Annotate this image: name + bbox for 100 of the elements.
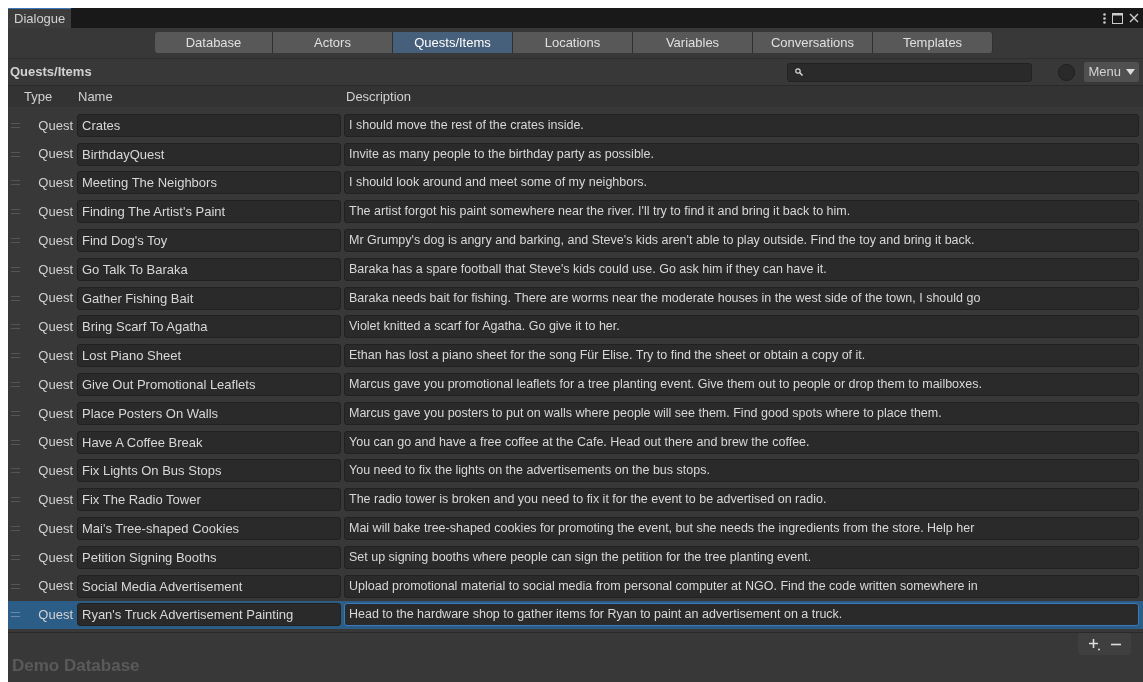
drag-handle-icon[interactable]	[11, 410, 20, 416]
type-label: Quest	[37, 491, 74, 509]
description-field[interactable]: The artist forgot his paint somewhere near the river. I'll try to find it and bring it back to him.	[344, 200, 1139, 224]
table-row[interactable]: Quest Find Dog's Toy Mr Grumpy's dog is angry and barking, and Steve's kids aren't able to play outside. Find the toy and bring it back.	[8, 226, 1143, 255]
add-icon[interactable]	[1088, 637, 1101, 651]
type-label: Quest	[37, 433, 74, 452]
drag-handle-icon[interactable]	[11, 266, 20, 272]
description-field[interactable]: The radio tower is broken and you need to fix it for the event to be advertised on radio.	[344, 488, 1139, 512]
type-label: Quest	[37, 289, 74, 308]
drag-handle-icon[interactable]	[11, 180, 20, 186]
type-label: Quest	[37, 231, 74, 250]
type-label: Quest	[37, 519, 74, 538]
tab[interactable]: Conversations	[753, 32, 873, 53]
table-row[interactable]: Quest Fix Lights On Bus Stops You need to fix the lights on the advertisements on the bus stops.	[8, 456, 1143, 486]
name-field[interactable]: Fix The Radio Tower	[77, 488, 341, 512]
table-row[interactable]: Quest Place Posters On Walls Marcus gave you posters to put on walls where people will see them. Find good spots where to place them.	[8, 398, 1143, 428]
tab[interactable]: Actors	[273, 32, 393, 53]
tab[interactable]: Templates	[873, 32, 993, 53]
name-field[interactable]: Give Out Promotional Leaflets	[77, 373, 341, 397]
tab[interactable]: Database	[155, 32, 273, 53]
description-field[interactable]: Head to the hardware shop to gather items for Ryan to paint an advertisement on a truck.	[344, 603, 1139, 627]
more-icon[interactable]	[1103, 12, 1106, 24]
tab[interactable]: Quests/Items	[393, 32, 513, 53]
window-tab[interactable]: Dialogue	[8, 8, 72, 28]
search-field[interactable]	[787, 62, 1033, 82]
description-field[interactable]: Mai will bake tree-shaped cookies for promoting the event, but she needs the ingredients from the store. Help her	[344, 517, 1139, 541]
name-field[interactable]: Fix Lights On Bus Stops	[77, 459, 341, 483]
drag-handle-icon[interactable]	[11, 554, 20, 560]
drag-handle-icon[interactable]	[11, 382, 20, 388]
name-field[interactable]: Social Media Advertisement	[77, 574, 341, 598]
drag-handle-icon[interactable]	[11, 295, 20, 301]
drag-handle-icon[interactable]	[11, 468, 20, 474]
type-label: Quest	[37, 116, 74, 135]
column-header: Description	[346, 87, 412, 106]
type-label: Quest	[37, 203, 74, 222]
type-label: Quest	[37, 347, 74, 365]
name-field[interactable]: Gather Fishing Bait	[77, 286, 341, 310]
tab[interactable]: Locations	[513, 32, 633, 53]
name-field[interactable]: Finding The Artist's Paint	[77, 200, 341, 224]
table-row[interactable]: Quest Finding The Artist's Paint The artist forgot his paint somewhere near the river. I'll try to find it and bring it back to him.	[8, 197, 1143, 227]
table-row[interactable]: Quest Bring Scarf To Agatha Violet knitted a scarf for Agatha. Go give it to her.	[8, 312, 1143, 342]
description-field[interactable]: Ethan has lost a piano sheet for the song Für Elise. Try to find the sheet or obtain a copy of it.	[344, 344, 1139, 368]
table-row[interactable]: Quest Have A Coffee Break You can go and have a free coffee at the Cafe. Head out there and brew the coffee.	[8, 427, 1143, 457]
table-row[interactable]: Quest Gather Fishing Bait Baraka needs bait for fishing. There are worms near the moderate houses in the west side of the town, I should go	[8, 283, 1143, 313]
toggle-circle-icon[interactable]	[1058, 63, 1076, 81]
drag-handle-icon[interactable]	[11, 439, 20, 445]
name-field[interactable]: Go Talk To Baraka	[77, 257, 341, 281]
table-row[interactable]: Quest Social Media Advertisement Upload promotional material to social media from personal computer at NGO. Find the code written somewhere in	[8, 571, 1143, 601]
description-field[interactable]: I should move the rest of the crates inside.	[344, 113, 1139, 137]
name-field[interactable]: Lost Piano Sheet	[77, 344, 341, 368]
table-row[interactable]: Quest Crates I should move the rest of the crates inside.	[8, 111, 1143, 140]
caret-icon	[1126, 69, 1135, 75]
name-field[interactable]: Ryan's Truck Advertisement Painting	[77, 603, 341, 627]
type-label: Quest	[37, 145, 74, 164]
description-field[interactable]: Violet knitted a scarf for Agatha. Go give it to her.	[344, 315, 1139, 339]
table-row[interactable]: Quest Mai's Tree-shaped Cookies Mai will bake tree-shaped cookies for promoting the event, but she needs the ingredients from the store. Help her	[8, 514, 1143, 543]
name-field[interactable]: Meeting The Neighbors	[77, 171, 341, 195]
table-row[interactable]: Quest Ryan's Truck Advertisement Painting Head to the hardware shop to gather items for Ryan to paint an advertisement on a truck.	[8, 600, 1143, 630]
description-field[interactable]: Baraka needs bait for fishing. There are worms near the moderate houses in the west side of the town, I should go	[344, 286, 1139, 310]
drag-handle-icon[interactable]	[11, 526, 20, 532]
name-field[interactable]: BirthdayQuest	[77, 142, 341, 166]
drag-handle-icon[interactable]	[11, 122, 20, 128]
name-field[interactable]: Crates	[77, 113, 341, 137]
table-row[interactable]: Quest Lost Piano Sheet Ethan has lost a piano sheet for the song Für Elise. Try to find the sheet or obtain a copy of it.	[8, 341, 1143, 371]
name-field[interactable]: Find Dog's Toy	[77, 229, 341, 253]
table-row[interactable]: Quest Petition Signing Booths Set up signing booths where people can sign the petition for the tree planting event.	[8, 542, 1143, 572]
drag-handle-icon[interactable]	[11, 209, 20, 215]
description-field[interactable]: You need to fix the lights on the advertisements on the bus stops.	[344, 459, 1139, 483]
name-field[interactable]: Bring Scarf To Agatha	[77, 315, 341, 339]
name-field[interactable]: Petition Signing Booths	[77, 545, 341, 569]
table-row[interactable]: Quest BirthdayQuest Invite as many people to the birthday party as possible.	[8, 139, 1143, 169]
maximize-icon[interactable]	[1112, 12, 1123, 24]
drag-handle-icon[interactable]	[11, 612, 20, 618]
description-field[interactable]: Set up signing booths where people can sign the petition for the tree planting event.	[344, 545, 1139, 569]
description-field[interactable]: Invite as many people to the birthday party as possible.	[344, 142, 1139, 166]
drag-handle-icon[interactable]	[11, 151, 20, 157]
close-icon[interactable]	[1129, 13, 1139, 23]
table-row[interactable]: Quest Give Out Promotional Leaflets Marcus gave you promotional leaflets for a tree planting event. Give them out to people or drop them to mailboxes.	[8, 370, 1143, 399]
description-field[interactable]: Mr Grumpy's dog is angry and barking, and Steve's kids aren't able to play outside. Find the toy and bring it back.	[344, 229, 1139, 253]
remove-icon[interactable]	[1111, 642, 1121, 646]
type-label: Quest	[37, 375, 74, 394]
table-row[interactable]: Quest Meeting The Neighbors I should look around and meet some of my neighbors.	[8, 168, 1143, 198]
name-field[interactable]: Mai's Tree-shaped Cookies	[77, 517, 341, 541]
drag-handle-icon[interactable]	[11, 238, 20, 244]
description-field[interactable]: You can go and have a free coffee at the Cafe. Head out there and brew the coffee.	[344, 430, 1139, 454]
name-field[interactable]: Have A Coffee Break	[77, 430, 341, 454]
drag-handle-icon[interactable]	[11, 583, 20, 589]
description-field[interactable]: Upload promotional material to social media from personal computer at NGO. Find the code written somewhere in	[344, 574, 1139, 598]
drag-handle-icon[interactable]	[11, 324, 20, 330]
tab[interactable]: Variables	[633, 32, 753, 53]
name-field[interactable]: Place Posters On Walls	[77, 401, 341, 425]
description-field[interactable]: I should look around and meet some of my neighbors.	[344, 171, 1139, 195]
drag-handle-icon[interactable]	[11, 353, 20, 359]
description-field[interactable]: Marcus gave you promotional leaflets for a tree planting event. Give them out to people or drop them to mailboxes.	[344, 373, 1139, 397]
description-field[interactable]: Marcus gave you posters to put on walls where people will see them. Find good spots where to place them.	[344, 401, 1139, 425]
table-row[interactable]: Quest Go Talk To Baraka Baraka has a spare football that Steve's kids could use. Go ask him if they can have it.	[8, 255, 1143, 284]
menu-button[interactable]: Menu	[1084, 62, 1139, 82]
drag-handle-icon[interactable]	[11, 497, 20, 503]
table-row[interactable]: Quest Fix The Radio Tower The radio tower is broken and you need to fix it for the event to be advertised on radio.	[8, 485, 1143, 515]
description-field[interactable]: Baraka has a spare football that Steve's kids could use. Go ask him if they can have it.	[344, 257, 1139, 281]
